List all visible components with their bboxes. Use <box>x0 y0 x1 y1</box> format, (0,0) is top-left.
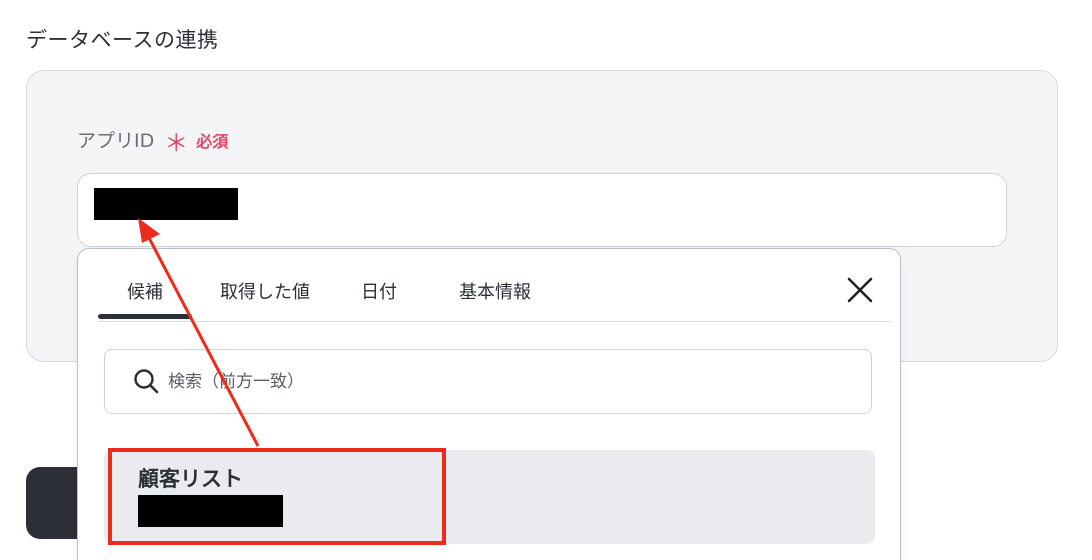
required-asterisk: ＊ <box>164 128 189 157</box>
page: データベースの連携 アプリID ＊ 必須 候補 取得した値 日付 基本情報 顧客… <box>0 0 1092 560</box>
app-id-label-text: アプリID <box>77 130 155 152</box>
tab-candidates[interactable]: 候補 <box>98 268 192 314</box>
section-title: データベースの連携 <box>26 28 219 52</box>
redacted-input-value <box>94 188 238 220</box>
app-id-label: アプリID ＊ 必須 <box>77 126 229 157</box>
search-input[interactable] <box>168 367 848 397</box>
picker-tabs: 候補 取得した値 日付 基本情報 <box>98 268 570 314</box>
close-button[interactable] <box>846 276 874 304</box>
active-tab-indicator <box>98 314 192 319</box>
close-icon <box>847 277 873 303</box>
search-icon <box>134 369 159 394</box>
annotation-highlight <box>108 448 446 545</box>
tab-divider <box>98 321 891 322</box>
tab-retrieved-values[interactable]: 取得した値 <box>192 268 338 314</box>
tab-date[interactable]: 日付 <box>338 268 420 314</box>
tab-basic-info[interactable]: 基本情報 <box>420 268 570 314</box>
required-badge: 必須 <box>196 131 229 151</box>
